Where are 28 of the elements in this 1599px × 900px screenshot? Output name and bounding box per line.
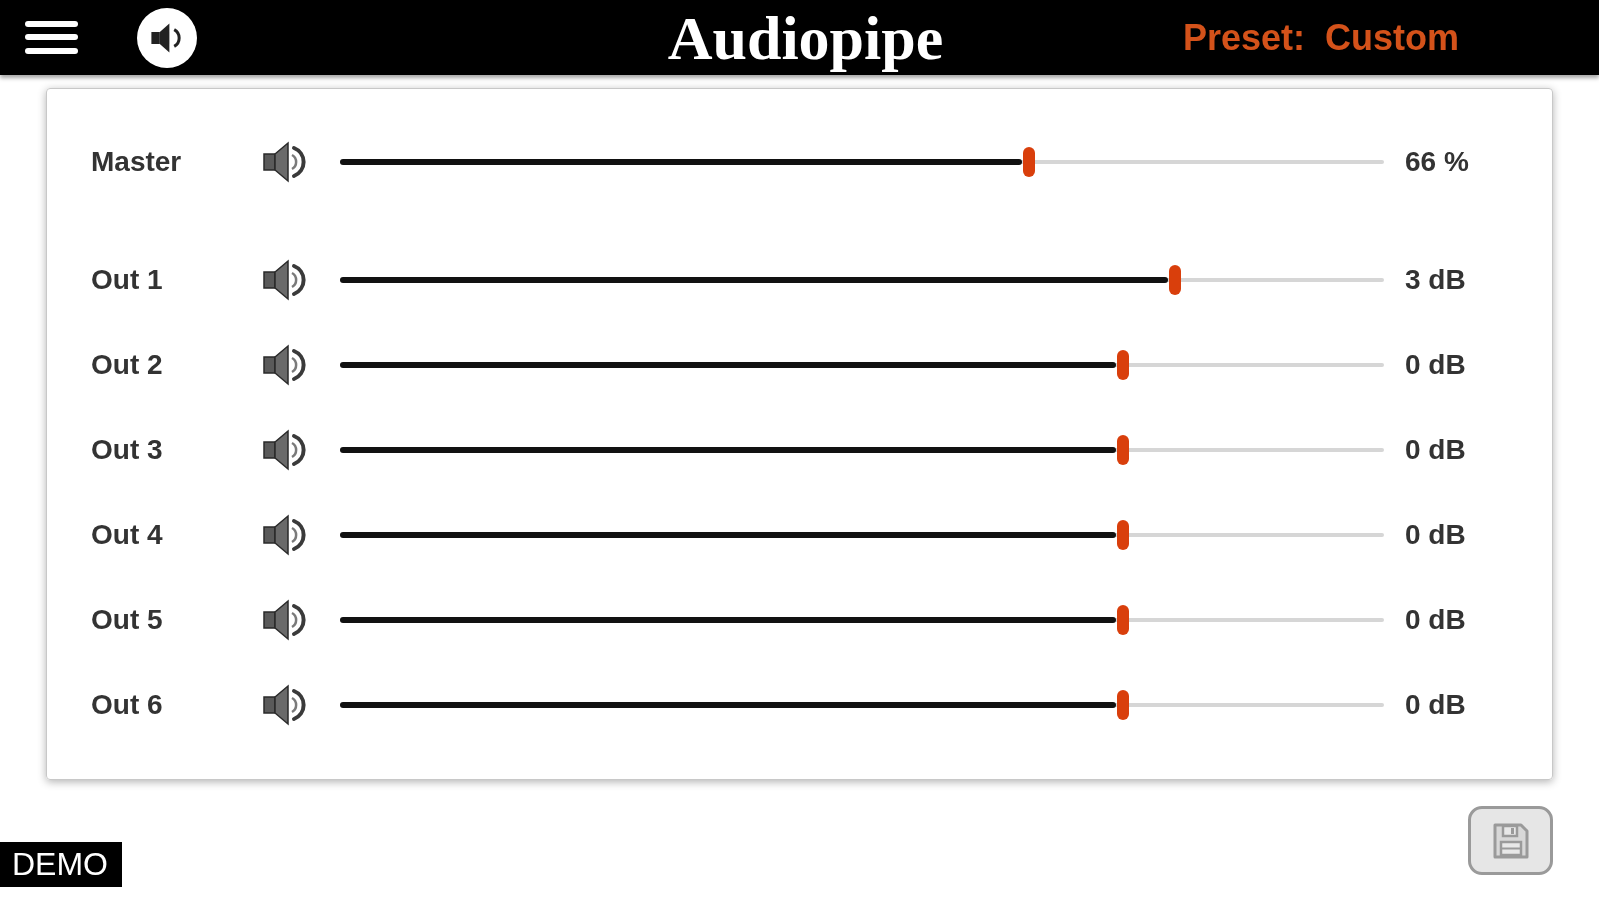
slider-thumb[interactable] <box>1023 146 1036 177</box>
slider-thumb[interactable] <box>1169 264 1182 295</box>
level-reading: 0 dB <box>1405 603 1466 636</box>
channel-label: Out 6 <box>91 688 164 721</box>
channel-label: Out 4 <box>91 518 164 551</box>
channel-label: Out 5 <box>91 603 164 636</box>
menu-button[interactable] <box>25 21 78 54</box>
slider-thumb[interactable] <box>1117 519 1129 550</box>
preset-label: Preset: <box>1182 15 1305 60</box>
slider-thumb[interactable] <box>1117 689 1129 720</box>
slider-thumb[interactable] <box>1117 349 1129 380</box>
channel-label: Out 1 <box>91 263 164 296</box>
demo-badge: DEMO <box>0 842 122 887</box>
level-reading: 66 % <box>1405 145 1469 178</box>
level-reading: 0 dB <box>1405 348 1466 381</box>
preset-value[interactable]: Custom <box>1325 15 1459 60</box>
level-reading: 0 dB <box>1405 433 1466 466</box>
level-reading: 0 dB <box>1405 688 1466 721</box>
channel-label: Out 2 <box>91 348 164 381</box>
slider-thumb[interactable] <box>1117 604 1129 635</box>
level-reading: 0 dB <box>1405 518 1466 551</box>
slider-thumb[interactable] <box>1117 434 1129 465</box>
level-reading: 3 dB <box>1405 263 1466 296</box>
channel-label: Master <box>91 145 183 178</box>
save-button[interactable] <box>1468 806 1553 875</box>
channel-label: Out 3 <box>91 433 164 466</box>
menu-icon <box>25 21 78 54</box>
app-title: Audiopipe <box>667 2 944 73</box>
